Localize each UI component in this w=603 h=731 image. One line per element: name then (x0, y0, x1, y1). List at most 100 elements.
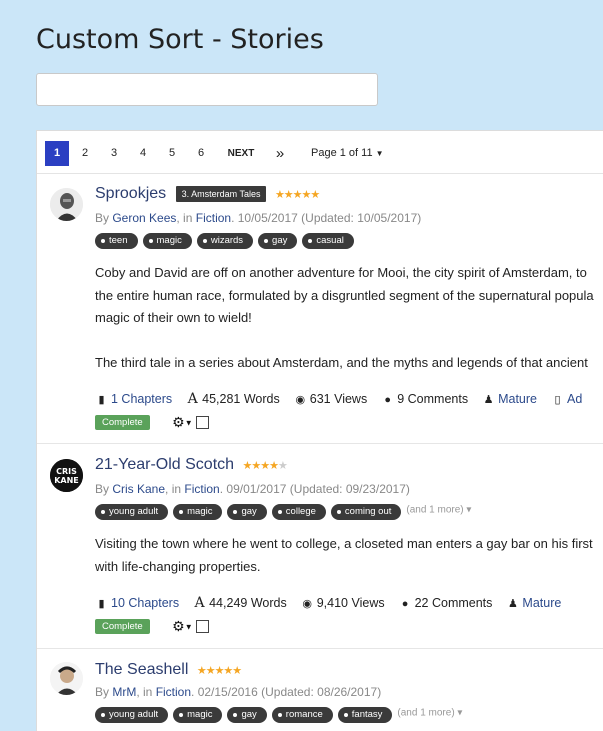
page-4-button[interactable]: 4 (132, 141, 154, 166)
page-5-button[interactable]: 5 (161, 141, 183, 166)
story-stats: ▮ 1 Chapters A 45,281 Words ◉ 631 Views ● 9 Com… (95, 391, 596, 409)
user-icon: ♟ (483, 394, 494, 406)
views-count: 631 Views (309, 392, 368, 406)
tag[interactable]: magic (142, 233, 192, 249)
user-icon: ♟ (507, 598, 518, 610)
category-link[interactable]: Fiction (156, 685, 191, 699)
series-badge[interactable]: 3. Amsterdam Tales (175, 186, 267, 202)
page-info-label: Page 1 of 11 (311, 147, 373, 159)
extra-link[interactable]: Ad (567, 392, 582, 406)
story-title-link[interactable]: 21-Year-Old Scotch (95, 456, 234, 473)
page-2-button[interactable]: 2 (74, 141, 96, 166)
select-checkbox[interactable] (195, 416, 209, 430)
chapters-stat[interactable]: ▮ 1 Chapters (95, 392, 172, 406)
tag[interactable]: teen (95, 233, 138, 249)
page-info-dropdown[interactable]: Page 1 of 11 ▼ (311, 141, 384, 166)
author-link[interactable]: Cris Kane (112, 482, 165, 496)
rating-stat[interactable]: ♟ Mature (506, 596, 561, 610)
description-line: Coby and David are off on another advent… (95, 265, 587, 280)
tag[interactable]: coming out (330, 504, 402, 520)
description-line: with life-changing properties. (95, 558, 261, 574)
tag[interactable]: wizards (196, 233, 254, 249)
pagination: 1 2 3 4 5 6 NEXT » Page 1 of 11 ▼ (37, 131, 603, 174)
rating-stat[interactable]: ♟ Mature (482, 392, 537, 406)
tag[interactable]: gay (258, 233, 298, 249)
tag-list: teen magic wizards gay casual (95, 230, 359, 249)
story-byline: By Cris Kane, in Fiction. 09/01/2017 (Up… (95, 482, 410, 496)
chevron-down-icon[interactable]: ▼ (185, 622, 193, 631)
select-checkbox[interactable] (195, 620, 209, 634)
status-badge: Complete (95, 619, 150, 635)
by-label: By (95, 685, 113, 699)
more-tags-toggle[interactable]: (and 1 more) ▾ (406, 504, 471, 515)
chapters-link[interactable]: 10 Chapters (111, 596, 179, 610)
views-stat: ◉ 631 Views (294, 392, 367, 406)
page-title: Custom Sort - Stories (36, 24, 324, 55)
by-label: By (95, 211, 113, 225)
chevron-down-icon: ▼ (375, 149, 384, 158)
comments-stat[interactable]: ● 22 Comments (399, 596, 493, 610)
tag[interactable]: college (271, 504, 326, 520)
page-6-button[interactable]: 6 (190, 141, 212, 166)
avatar-image-icon (50, 188, 83, 221)
description-line: The third tale in a series about Amsterd… (95, 354, 588, 370)
tag[interactable]: fantasy (337, 707, 393, 723)
story-title-link[interactable]: Sprookjes (95, 185, 166, 202)
avatar-image-icon (50, 662, 83, 695)
font-icon: A (187, 391, 198, 407)
story-status-row: Complete ⚙▼ (95, 414, 209, 431)
last-page-button[interactable]: » (270, 141, 290, 166)
more-tags-toggle[interactable]: (and 1 more) ▾ (397, 707, 462, 718)
story-byline: By Geron Kees, in Fiction. 10/05/2017 (U… (95, 211, 421, 225)
chapters-link[interactable]: 1 Chapters (111, 392, 172, 406)
comment-icon: ● (384, 394, 392, 406)
stories-panel: 1 2 3 4 5 6 NEXT » Page 1 of 11 ▼ Sprookj… (36, 130, 603, 731)
tag[interactable]: magic (173, 707, 223, 723)
description-line: the entire human race, formulated by a d… (95, 287, 594, 303)
eye-icon: ◉ (295, 394, 306, 406)
story-title-link[interactable]: The Seashell (95, 661, 188, 678)
extra-stat[interactable]: ▯ Ad (551, 392, 582, 406)
category-link[interactable]: Fiction (196, 211, 231, 225)
page-3-button[interactable]: 3 (103, 141, 125, 166)
rating-link[interactable]: Mature (498, 392, 537, 406)
book-icon: ▮ (98, 598, 105, 610)
published-date: 02/15/2016 (197, 685, 258, 699)
author-avatar[interactable] (50, 662, 83, 695)
story-item: The Seashell ★★★★★ By MrM, in Fiction. 0… (37, 649, 603, 731)
story-title-row: 21-Year-Old Scotch ★★★★★ (95, 456, 288, 478)
views-stat: ◉ 9,410 Views (301, 596, 384, 610)
tag[interactable]: casual (302, 233, 354, 249)
comments-stat[interactable]: ● 9 Comments (381, 392, 468, 406)
author-link[interactable]: Geron Kees (112, 211, 176, 225)
search-input[interactable] (36, 73, 378, 106)
story-title-row: The Seashell ★★★★★ (95, 661, 242, 683)
comments-count: 22 Comments (414, 596, 493, 610)
page-1-button[interactable]: 1 (45, 141, 69, 166)
tag[interactable]: gay (227, 707, 267, 723)
tag[interactable]: young adult (95, 504, 169, 520)
tag[interactable]: romance (271, 707, 333, 723)
rating-link[interactable]: Mature (522, 596, 561, 610)
story-byline: By MrM, in Fiction. 02/15/2016 (Updated:… (95, 685, 381, 699)
next-page-button[interactable]: NEXT (223, 141, 259, 166)
comment-icon: ● (401, 598, 409, 610)
description-line: magic of their own to wield! (95, 310, 252, 325)
svg-text:KANE: KANE (54, 476, 79, 485)
tag[interactable]: gay (227, 504, 267, 520)
sep: . (191, 685, 198, 699)
in-label: , in (136, 685, 156, 699)
author-avatar[interactable]: CRIS KANE (50, 459, 83, 492)
category-link[interactable]: Fiction (184, 482, 219, 496)
tag[interactable]: young adult (95, 707, 169, 723)
gear-icon[interactable]: ⚙ (172, 414, 185, 431)
rating-stars: ★★★★★ (242, 459, 288, 472)
updated-date: (Updated: 10/05/2017) (301, 211, 422, 225)
chapters-stat[interactable]: ▮ 10 Chapters (95, 596, 179, 610)
comments-count: 9 Comments (397, 392, 469, 406)
author-avatar[interactable] (50, 188, 83, 221)
author-link[interactable]: MrM (112, 685, 136, 699)
tag[interactable]: magic (173, 504, 223, 520)
chevron-down-icon[interactable]: ▼ (185, 418, 193, 427)
gear-icon[interactable]: ⚙ (172, 618, 185, 635)
